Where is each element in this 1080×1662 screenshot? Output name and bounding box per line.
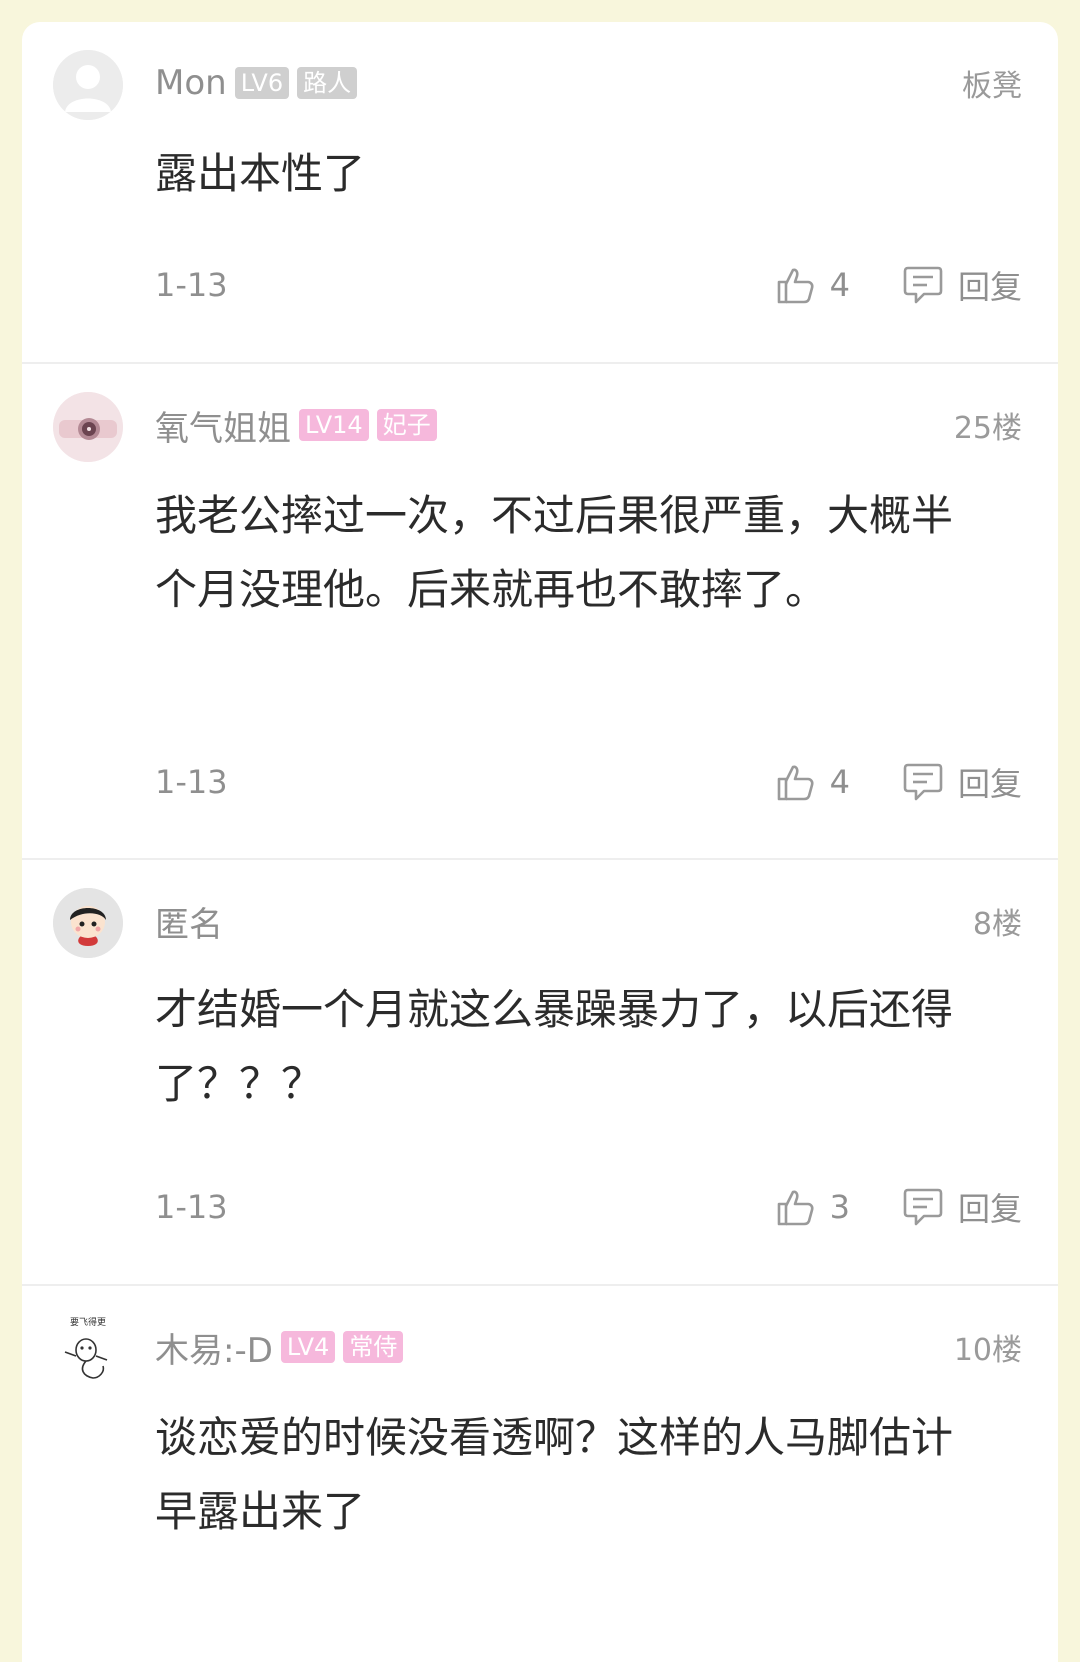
- avatar-caption: 要飞得更: [70, 1316, 106, 1328]
- thumbs-up-icon: [776, 265, 816, 305]
- level-badge: LV6: [234, 67, 290, 99]
- comment-item: 氧气姐姐 LV14 妃子 25楼 我老公摔过一次，不过后果很严重，大概半个月没理…: [22, 364, 1058, 860]
- reply-button[interactable]: 回复: [902, 262, 1022, 308]
- comment-date: 1-13: [155, 1188, 228, 1226]
- cartoon-avatar-icon[interactable]: 要飞得更: [53, 1314, 123, 1384]
- comment-text: 谈恋爱的时候没看透啊？这样的人马脚估计早露出来了: [155, 1413, 954, 1536]
- reply-button[interactable]: 回复: [902, 759, 1022, 805]
- comment-text: 我老公摔过一次，不过后果很严重，大概半个月没理他。后来就再也不敢摔了。: [155, 491, 954, 614]
- comment-list: Mon LV6 路人 板凳 露出本性了 1-13 4 回复 氧气姐姐 LV14 …: [22, 22, 1058, 1662]
- username[interactable]: 木易:-D: [155, 1323, 273, 1372]
- comment-item: 要飞得更 木易:-D LV4 常侍 10楼 谈恋爱的时候没看透啊？这样的人马脚估…: [22, 1286, 1058, 1662]
- floor-label: 8楼: [972, 907, 1022, 942]
- comment-footer: 1-13 4 回复: [155, 260, 1022, 310]
- like-button[interactable]: 4: [776, 762, 850, 802]
- username[interactable]: Mon: [155, 63, 227, 103]
- comment-text: 露出本性了: [155, 149, 366, 198]
- photo-avatar-icon[interactable]: [53, 392, 123, 462]
- comment-header: 氧气姐姐 LV14 妃子 25楼: [155, 404, 1022, 449]
- like-button[interactable]: 4: [776, 265, 850, 305]
- comment-header: Mon LV6 路人 板凳: [155, 62, 1022, 104]
- anonymous-avatar-icon[interactable]: [53, 888, 123, 958]
- like-count: 3: [829, 1188, 850, 1226]
- thumbs-up-icon: [776, 762, 816, 802]
- comment-text: 才结婚一个月就这么暴躁暴力了，以后还得了？？？: [155, 985, 954, 1108]
- like-button[interactable]: 3: [776, 1187, 850, 1227]
- comment-header: 木易:-D LV4 常侍 10楼: [155, 1326, 1022, 1371]
- title-badge: 路人: [297, 67, 358, 99]
- comment-date: 1-13: [155, 266, 228, 304]
- comment-bubble-icon: [902, 264, 944, 306]
- comment-header: 匿名 8楼: [155, 900, 1022, 945]
- comment-item: Mon LV6 路人 板凳 露出本性了 1-13 4 回复: [22, 22, 1058, 364]
- comment-date: 1-13: [155, 763, 228, 801]
- reply-label: 回复: [957, 268, 1022, 306]
- username[interactable]: 匿名: [155, 897, 223, 946]
- comment-footer: 1-13 3 回复: [155, 1182, 1022, 1232]
- default-avatar-icon[interactable]: [53, 50, 123, 120]
- floor-label: 25楼: [953, 411, 1022, 446]
- floor-label: 10楼: [953, 1333, 1022, 1368]
- comment-item: 匿名 8楼 才结婚一个月就这么暴躁暴力了，以后还得了？？？ 1-13 3 回复: [22, 860, 1058, 1286]
- comment-bubble-icon: [902, 1186, 944, 1228]
- username[interactable]: 氧气姐姐: [155, 401, 291, 450]
- comment-bubble-icon: [902, 761, 944, 803]
- reply-button[interactable]: 回复: [902, 1184, 1022, 1230]
- like-count: 4: [829, 763, 850, 801]
- level-badge: LV4: [280, 1331, 336, 1363]
- level-badge: LV14: [299, 409, 369, 441]
- comment-footer: 1-13 4 回复: [155, 757, 1022, 807]
- title-badge: 常侍: [343, 1331, 404, 1363]
- floor-label: 板凳: [962, 69, 1022, 104]
- reply-label: 回复: [957, 765, 1022, 803]
- thumbs-up-icon: [776, 1187, 816, 1227]
- title-badge: 妃子: [376, 409, 437, 441]
- reply-label: 回复: [957, 1190, 1022, 1228]
- like-count: 4: [829, 266, 850, 304]
